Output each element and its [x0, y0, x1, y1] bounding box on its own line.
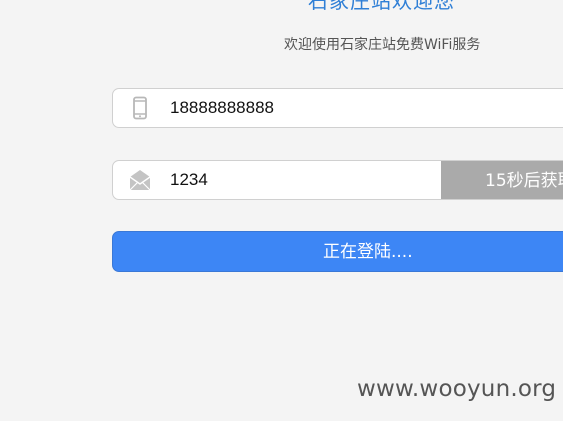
phone-icon	[128, 96, 152, 120]
login-button[interactable]: 正在登陆....	[112, 231, 563, 272]
verification-code-input[interactable]	[170, 161, 420, 199]
get-code-button[interactable]: 15秒后获取	[441, 161, 563, 199]
login-button-label: 正在登陆....	[323, 242, 413, 262]
welcome-subtitle: 欢迎使用石家庄站免费WiFi服务	[284, 37, 481, 53]
envelope-icon	[128, 168, 152, 192]
phone-field[interactable]	[112, 88, 563, 128]
watermark: www.wooyun.org	[357, 376, 557, 402]
verification-code-field[interactable]: 15秒后获取	[112, 160, 563, 200]
welcome-title: 石家庄站欢迎您	[308, 0, 455, 13]
phone-input[interactable]	[170, 89, 430, 127]
